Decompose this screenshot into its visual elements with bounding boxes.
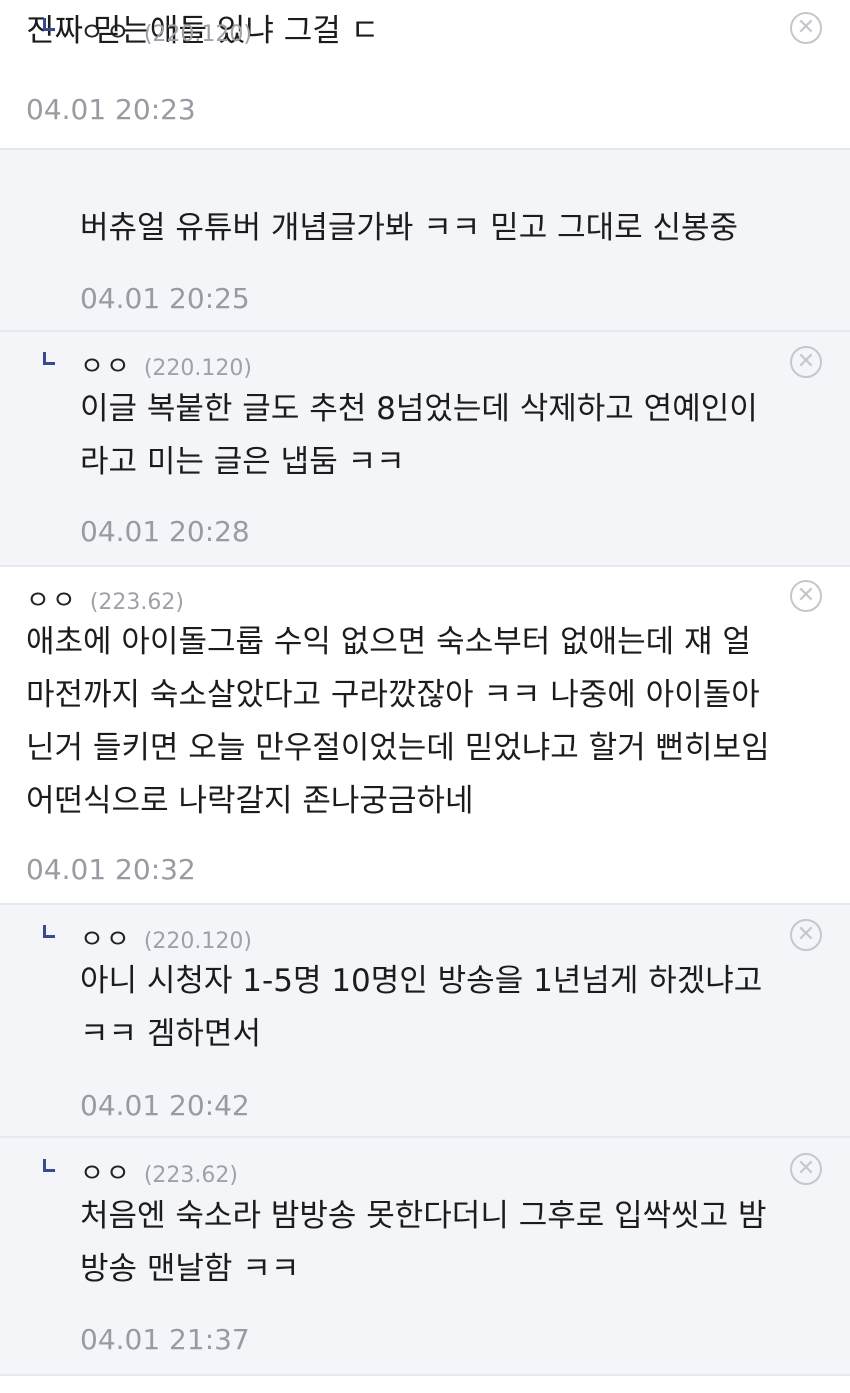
close-circle-icon[interactable]: ✕ <box>790 1153 822 1185</box>
comment-author: ㅇㅇ <box>80 1159 132 1189</box>
comment-ip: (223.62) <box>143 1163 238 1188</box>
comment-text: 아니 시청자 1-5명 10명인 방송을 1년넘게 하겠냐고 ㅋㅋ 겜하면서 <box>80 963 763 1052</box>
reply-arrow-icon <box>43 352 55 365</box>
reply-arrow-icon <box>43 925 55 938</box>
comment-author: ㅇㅇ <box>80 925 132 955</box>
comment-meta: ㅇㅇ (220.120) <box>80 12 252 49</box>
comment-ip: (223.62) <box>89 590 184 615</box>
comment-timestamp: 04.01 20:32 <box>26 853 196 886</box>
comment-timestamp: 04.01 20:42 <box>80 1089 250 1122</box>
close-circle-icon[interactable]: ✕ <box>790 919 822 951</box>
comment-ip: (220.120) <box>143 356 252 381</box>
reply-comment: ㅇㅇ (223.62) ✕ 처음엔 숙소라 밤방송 못한다더니 그후로 입싹씻고… <box>0 1138 850 1376</box>
comment-author: ㅇㅇ <box>80 352 132 382</box>
comment-meta: ㅇㅇ (223.62) <box>80 1153 238 1190</box>
reply-arrow-icon <box>43 18 55 31</box>
comment-ip: (220.120) <box>143 929 252 954</box>
comment-meta: ㅇㅇ (223.62) <box>26 580 184 617</box>
reply-comment: ㅇㅇ (220.120) ✕ 이글 복붙한 글도 추천 8넘었는데 삭제하고 연… <box>0 332 850 567</box>
reply-comment: ㅇㅇ (220.120) ✕ 버츄얼 유튜버 개념글가봐 ㅋㅋ 믿고 그대로 신… <box>0 12 850 332</box>
close-circle-icon[interactable]: ✕ <box>790 12 822 44</box>
close-circle-icon[interactable]: ✕ <box>790 580 822 612</box>
reply-arrow-icon <box>43 1159 55 1172</box>
comment-timestamp: 04.01 20:23 <box>26 93 196 126</box>
comment-timestamp: 04.01 20:25 <box>80 282 250 315</box>
comment-timestamp: 04.01 21:37 <box>80 1323 250 1356</box>
comment: ㅇㅇ (223.62) ✕ 애초에 아이돌그룹 수익 없으면 숙소부터 없애는데… <box>0 567 850 905</box>
comment-text: 이글 복붙한 글도 추천 8넘었는데 삭제하고 연예인이 라고 미는 글은 냅둠… <box>80 391 758 480</box>
comment-ip: (220.120) <box>143 22 252 47</box>
reply-comment: ㅇㅇ (220.120) ✕ 아니 시청자 1-5명 10명인 방송을 1년넘게… <box>0 905 850 1138</box>
comment-timestamp: 04.01 20:28 <box>80 515 250 548</box>
close-circle-icon[interactable]: ✕ <box>790 346 822 378</box>
comment-text: 처음엔 숙소라 밤방송 못한다더니 그후로 입싹씻고 밤 방송 맨날함 ㅋㅋ <box>80 1198 767 1287</box>
comment-text: 애초에 아이돌그룹 수익 없으면 숙소부터 없애는데 쟤 얼 마전까지 숙소살았… <box>26 624 770 819</box>
comment-author: ㅇㅇ <box>26 586 78 616</box>
comment-meta: ㅇㅇ (220.120) <box>80 919 252 956</box>
comment-author: ㅇㅇ <box>80 18 132 48</box>
comment-meta: ㅇㅇ (220.120) <box>80 346 252 383</box>
comment-text: 버츄얼 유튜버 개념글가봐 ㅋㅋ 믿고 그대로 신봉중 <box>80 210 739 246</box>
